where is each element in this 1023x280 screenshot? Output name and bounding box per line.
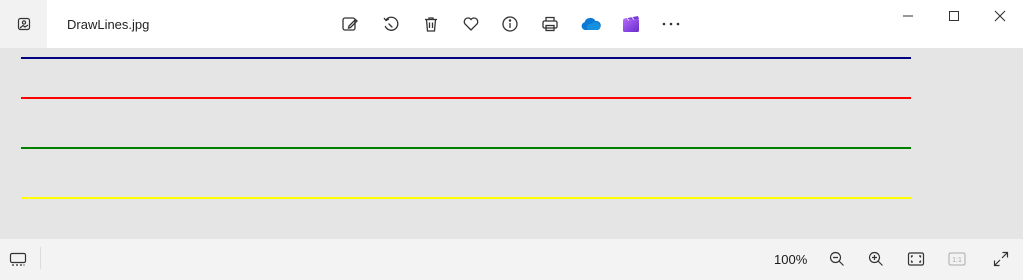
zoom-out-icon: [829, 251, 845, 267]
edit-image-icon: [341, 15, 359, 33]
info-button[interactable]: [497, 12, 523, 36]
image-line-navy: [21, 57, 911, 59]
zoom-level[interactable]: 100%: [774, 252, 807, 267]
clipchamp-icon: [622, 15, 640, 33]
status-divider: [40, 247, 41, 269]
delete-button[interactable]: [418, 12, 444, 36]
onedrive-icon: [580, 16, 602, 32]
status-bar: 100% 1:1: [0, 239, 1023, 280]
image-line-green: [21, 147, 911, 149]
actual-size-label: 1:1: [952, 257, 962, 264]
filmstrip-icon: [9, 251, 27, 267]
minimize-button[interactable]: [885, 0, 931, 32]
print-button[interactable]: [537, 12, 563, 36]
image-canvas[interactable]: [0, 48, 1023, 239]
fit-to-window-icon: [907, 251, 925, 267]
clipchamp-button[interactable]: [618, 12, 644, 36]
photos-app-icon[interactable]: [0, 0, 47, 48]
full-screen-icon: [993, 251, 1009, 267]
file-name: DrawLines.jpg: [67, 17, 150, 32]
filmstrip-toggle-button[interactable]: [6, 247, 30, 271]
maximize-icon: [948, 10, 960, 22]
image-line-red: [21, 97, 911, 99]
info-icon: [501, 15, 519, 33]
delete-icon: [422, 15, 440, 33]
favorite-button[interactable]: [458, 12, 484, 36]
more-options-button[interactable]: [658, 12, 684, 36]
edit-image-button[interactable]: [337, 12, 363, 36]
rotate-button[interactable]: [378, 12, 404, 36]
rotate-icon: [382, 15, 400, 33]
print-icon: [541, 15, 559, 33]
actual-size-button[interactable]: 1:1: [945, 247, 969, 271]
fit-to-window-button[interactable]: [904, 247, 928, 271]
onedrive-button[interactable]: [578, 12, 604, 36]
maximize-button[interactable]: [931, 0, 977, 32]
close-button[interactable]: [977, 0, 1023, 32]
full-screen-button[interactable]: [989, 247, 1013, 271]
more-options-icon: [661, 21, 681, 27]
title-bar: DrawLines.jpg: [0, 0, 1023, 48]
zoom-out-button[interactable]: [825, 247, 849, 271]
zoom-in-button[interactable]: [864, 247, 888, 271]
actual-size-icon: 1:1: [948, 252, 966, 266]
close-icon: [994, 10, 1006, 22]
zoom-in-icon: [868, 251, 884, 267]
image-line-yellow: [21, 197, 911, 199]
minimize-icon: [902, 10, 914, 22]
favorite-icon: [462, 15, 480, 33]
